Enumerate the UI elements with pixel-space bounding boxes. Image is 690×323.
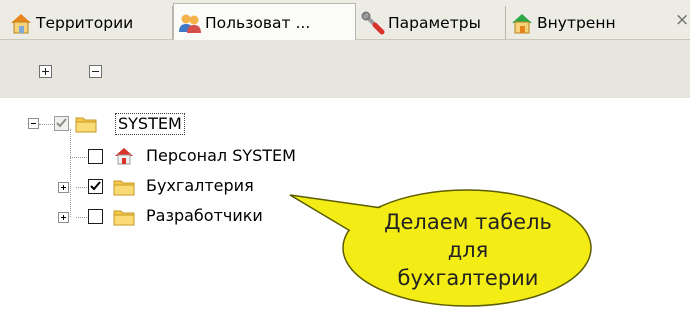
callout-line: бухгалтерии: [397, 266, 539, 290]
callout-line: Делаем табель: [384, 210, 552, 234]
callout-bubble: [289, 189, 592, 307]
callout-text: Делаем табель для бухгалтерии: [368, 208, 568, 292]
callout-line: для: [447, 238, 489, 262]
